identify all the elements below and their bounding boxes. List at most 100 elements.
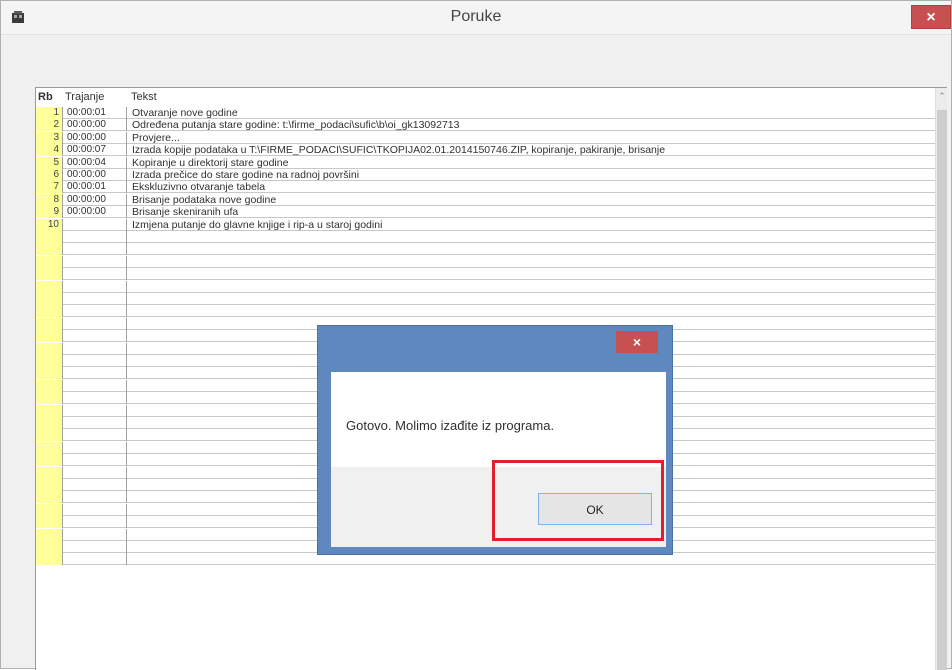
trajanje-cell[interactable]: 00:00:07	[64, 144, 127, 157]
trajanje-cell[interactable]: 00:00:00	[64, 119, 127, 132]
tekst-cell[interactable]: Ekskluzivno otvaranje tabela	[128, 181, 265, 193]
trajanje-cell[interactable]	[64, 280, 127, 293]
tekst-cell[interactable]	[128, 380, 132, 392]
rb-cell[interactable]	[36, 243, 63, 256]
trajanje-cell[interactable]	[64, 553, 127, 566]
tekst-cell[interactable]	[128, 392, 132, 404]
table-row[interactable]: 8 00:00:00 Brisanje podataka nove godine	[36, 193, 936, 206]
rb-cell[interactable]: 10	[36, 218, 63, 231]
rb-cell[interactable]: 2	[36, 119, 63, 132]
trajanje-cell[interactable]: 00:00:00	[64, 169, 127, 181]
rb-cell[interactable]	[36, 379, 63, 392]
tekst-cell[interactable]	[128, 367, 132, 379]
tekst-cell[interactable]	[128, 293, 132, 305]
rb-cell[interactable]	[36, 317, 63, 330]
rb-cell[interactable]	[36, 342, 63, 355]
table-row[interactable]: 1 00:00:01 Otvaranje nove godine	[36, 107, 936, 119]
trajanje-cell[interactable]	[64, 218, 127, 231]
rb-cell[interactable]	[36, 503, 63, 516]
tekst-cell[interactable]	[128, 256, 132, 268]
rb-cell[interactable]	[36, 553, 63, 566]
rb-cell[interactable]	[36, 255, 63, 268]
column-header-tekst[interactable]: Tekst	[131, 91, 157, 103]
dialog-close-button[interactable]: ×	[616, 331, 658, 353]
trajanje-cell[interactable]: 00:00:00	[64, 206, 127, 219]
tekst-cell[interactable]: Izmjena putanje do glavne knjige i rip-a…	[128, 219, 382, 231]
rb-cell[interactable]: 6	[36, 169, 63, 181]
table-row[interactable]: 4 00:00:07 Izrada kopije podataka u T:\FIR…	[36, 144, 936, 157]
trajanje-cell[interactable]: 00:00:00	[64, 131, 127, 144]
trajanje-cell[interactable]	[64, 231, 127, 243]
trajanje-cell[interactable]	[64, 417, 127, 429]
tekst-cell[interactable]	[128, 405, 132, 417]
trajanje-cell[interactable]	[64, 367, 127, 380]
tekst-cell[interactable]	[128, 541, 132, 553]
trajanje-cell[interactable]: 00:00:00	[64, 193, 127, 206]
tekst-cell[interactable]	[128, 343, 132, 355]
table-row[interactable]: 9 00:00:00 Brisanje skeniranih ufa	[36, 206, 936, 219]
trajanje-cell[interactable]	[64, 243, 127, 256]
rb-cell[interactable]	[36, 441, 63, 454]
rb-cell[interactable]: 1	[36, 107, 63, 119]
title-bar[interactable]: Poruke ×	[1, 1, 951, 35]
rb-cell[interactable]	[36, 466, 63, 479]
rb-cell[interactable]: 8	[36, 193, 63, 206]
empty-table-row[interactable]	[36, 243, 936, 256]
tekst-cell[interactable]	[128, 268, 132, 280]
empty-table-row[interactable]	[36, 280, 936, 293]
rb-cell[interactable]: 9	[36, 206, 63, 219]
rb-cell[interactable]	[36, 330, 63, 343]
tekst-cell[interactable]	[128, 491, 132, 503]
table-row[interactable]: 6 00:00:00 Izrada prečice do stare godine …	[36, 169, 936, 181]
rb-cell[interactable]	[36, 516, 63, 529]
tekst-cell[interactable]	[128, 479, 132, 491]
trajanje-cell[interactable]	[64, 429, 127, 442]
trajanje-cell[interactable]	[64, 466, 127, 479]
trajanje-cell[interactable]	[64, 503, 127, 516]
tekst-cell[interactable]	[128, 442, 132, 454]
rb-cell[interactable]	[36, 541, 63, 553]
tekst-cell[interactable]: Provjere...	[128, 132, 180, 144]
trajanje-cell[interactable]	[64, 491, 127, 504]
tekst-cell[interactable]	[128, 305, 132, 317]
trajanje-cell[interactable]	[64, 441, 127, 454]
trajanje-cell[interactable]	[64, 516, 127, 529]
trajanje-cell[interactable]	[64, 330, 127, 343]
tekst-cell[interactable]	[128, 467, 132, 479]
trajanje-cell[interactable]: 00:00:01	[64, 181, 127, 194]
tekst-cell[interactable]	[128, 529, 132, 541]
empty-table-row[interactable]	[36, 305, 936, 318]
tekst-cell[interactable]	[128, 231, 132, 243]
trajanje-cell[interactable]	[64, 255, 127, 268]
trajanje-cell[interactable]	[64, 454, 127, 467]
column-header-trajanje[interactable]: Trajanje	[65, 91, 104, 103]
tekst-cell[interactable]: Otvaranje nove godine	[128, 107, 238, 119]
tekst-cell[interactable]	[128, 504, 132, 516]
tekst-cell[interactable]	[128, 281, 132, 293]
trajanje-cell[interactable]	[64, 342, 127, 355]
tekst-cell[interactable]: Kopiranje u direktorij stare godine	[128, 157, 288, 169]
rb-cell[interactable]	[36, 367, 63, 380]
empty-table-row[interactable]	[36, 553, 936, 566]
rb-cell[interactable]	[36, 479, 63, 491]
table-row[interactable]: 10 Izmjena putanje do glavne knjige i rip…	[36, 218, 936, 231]
trajanje-cell[interactable]	[64, 293, 127, 305]
rb-cell[interactable]	[36, 392, 63, 405]
rb-cell[interactable]	[36, 417, 63, 429]
empty-table-row[interactable]	[36, 231, 936, 243]
rb-cell[interactable]	[36, 293, 63, 305]
window-close-button[interactable]: ×	[911, 5, 951, 29]
rb-cell[interactable]	[36, 355, 63, 367]
trajanje-cell[interactable]	[64, 305, 127, 318]
trajanje-cell[interactable]	[64, 404, 127, 417]
tekst-cell[interactable]	[128, 318, 132, 330]
scroll-up-arrow-icon[interactable]: ⌃	[936, 91, 947, 102]
tekst-cell[interactable]	[128, 429, 132, 441]
column-header-rb[interactable]: Rb	[38, 91, 53, 103]
table-row[interactable]: 5 00:00:04 Kopiranje u direktorij stare go…	[36, 156, 936, 169]
scrollbar-thumb[interactable]	[937, 110, 947, 670]
trajanje-cell[interactable]	[64, 392, 127, 405]
tekst-cell[interactable]	[128, 330, 132, 342]
trajanje-cell[interactable]: 00:00:01	[64, 107, 127, 119]
rb-cell[interactable]	[36, 268, 63, 281]
